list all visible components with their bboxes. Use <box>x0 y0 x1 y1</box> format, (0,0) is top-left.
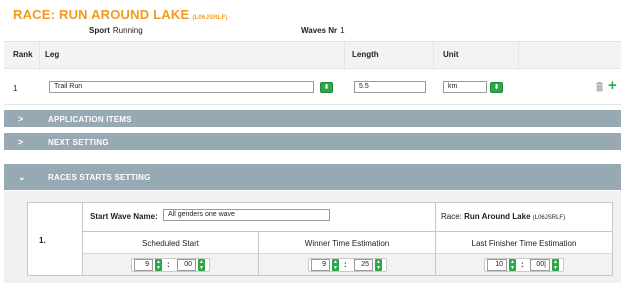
time-separator: : <box>344 260 347 269</box>
unit-select[interactable]: km <box>443 81 487 93</box>
column-length: Length <box>352 50 379 59</box>
chevron-updown-icon: ⬍ <box>493 84 500 91</box>
length-input[interactable]: 5.5 <box>354 81 426 93</box>
start-wave-label: Start Wave Name: <box>90 212 158 221</box>
column-leg: Leg <box>45 50 60 59</box>
chevron-right-icon: > <box>18 114 24 124</box>
spinner-hours[interactable]: ▲ ▼ <box>509 259 516 271</box>
trash-icon[interactable] <box>595 82 604 92</box>
grid-divider <box>83 231 612 232</box>
last-finisher-hours[interactable]: 10 <box>487 259 507 271</box>
spinner-hours[interactable]: ▲ ▼ <box>155 259 162 271</box>
scheduled-start-hours[interactable]: 9 <box>134 259 153 271</box>
chevron-right-icon: > <box>18 137 24 147</box>
last-finisher-label: Last Finisher Time Estimation <box>471 239 577 248</box>
race-title: RACE: RUN AROUND LAKE (L06JSRLF) <box>13 7 228 22</box>
trash-icon-graphic <box>596 82 603 92</box>
row-number: 1. <box>39 236 46 245</box>
spinner-hours[interactable]: ▲ ▼ <box>332 259 339 271</box>
race-name: Run Around Lake <box>464 212 531 221</box>
race-label: Race: <box>441 212 462 221</box>
column-unit: Unit <box>443 50 459 59</box>
spinner-icon: ▲ ▼ <box>156 259 161 271</box>
spinner-icon: ▲ ▼ <box>510 259 515 271</box>
race-code: (L06JSRLF) <box>192 15 228 21</box>
sport-info: Sport Running <box>89 26 143 35</box>
row-rank: 1 <box>13 84 18 93</box>
spinner-icon: ▲ ▼ <box>199 259 204 271</box>
race-title-text: RACE: RUN AROUND LAKE <box>13 7 190 22</box>
plus-icon[interactable]: + <box>608 78 617 93</box>
spinner-icon: ▲ ▼ <box>333 259 338 271</box>
time-separator: : <box>167 260 170 269</box>
race-info-code: (L06JSRLF) <box>532 215 566 221</box>
winner-time-label: Winner Time Estimation <box>304 239 390 248</box>
waves-value: 1 <box>340 26 345 35</box>
unit-select-toggle[interactable]: ⬍ <box>490 82 503 93</box>
sport-label: Sport <box>89 26 110 35</box>
spinner-minutes[interactable]: ▲ ▼ <box>552 259 559 271</box>
winner-time-minutes[interactable]: 25 <box>354 259 373 271</box>
scheduled-start-minutes[interactable]: 00 <box>177 259 196 271</box>
spinner-minutes[interactable]: ▲ ▼ <box>198 259 205 271</box>
time-separator: : <box>521 260 524 269</box>
spinner-icon: ▲ ▼ <box>553 259 558 271</box>
waves-info: Waves Nr 1 <box>301 26 345 35</box>
section-next-setting[interactable]: > NEXT SETTING <box>4 133 621 150</box>
scheduled-start-label: Scheduled Start <box>142 239 199 248</box>
waves-label: Waves Nr <box>301 26 338 35</box>
sport-value: Running <box>112 26 143 35</box>
leg-select[interactable]: Trail Run <box>49 81 314 93</box>
winner-time-hours[interactable]: 9 <box>311 259 330 271</box>
chevron-down-icon: ⌄ <box>18 172 26 182</box>
section-races-starts-setting[interactable]: ⌄ RACES STARTS SETTING <box>4 164 621 190</box>
leg-select-toggle[interactable]: ⬍ <box>320 82 333 93</box>
start-wave-name-input[interactable]: All genders one wave <box>163 209 330 221</box>
spinner-icon: ▲ ▼ <box>376 259 381 271</box>
section-label: RACES STARTS SETTING <box>48 173 151 182</box>
chevron-updown-icon: ⬍ <box>323 84 330 91</box>
race-info: Race: Run Around Lake (L06JSRLF) <box>441 212 565 221</box>
last-finisher-minutes[interactable]: 00| <box>530 259 550 271</box>
section-label: NEXT SETTING <box>48 138 109 147</box>
section-application-items[interactable]: > APPLICATION ITEMS <box>4 110 621 127</box>
legs-table-header <box>4 41 621 69</box>
section-label: APPLICATION ITEMS <box>48 115 132 124</box>
column-rank: Rank <box>13 50 33 59</box>
spinner-minutes[interactable]: ▲ ▼ <box>375 259 382 271</box>
